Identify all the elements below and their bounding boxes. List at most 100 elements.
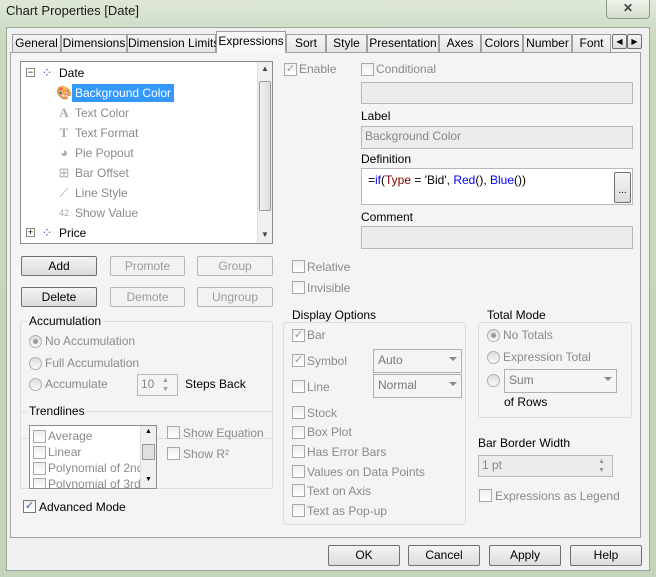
invisible-label: Invisible — [307, 281, 351, 295]
show-equation-label: Show Equation — [183, 426, 264, 440]
enable-checkbox[interactable]: ✓ — [284, 63, 297, 76]
tab-sort[interactable]: Sort — [286, 34, 326, 53]
total-function-dropdown[interactable]: Sum — [504, 369, 617, 393]
tab-expressions[interactable]: Expressions — [216, 31, 286, 53]
tab-colors[interactable]: Colors — [481, 34, 523, 53]
tab-scroll-left-button[interactable]: ◀ — [612, 34, 627, 49]
tab-dimensions[interactable]: Dimensions — [61, 34, 127, 53]
stock-checkbox[interactable] — [292, 406, 305, 419]
chevron-down-icon — [604, 377, 612, 381]
stock-label: Stock — [307, 406, 338, 420]
trendline-average-checkbox[interactable] — [33, 430, 46, 443]
help-button[interactable]: Help — [570, 545, 642, 566]
trendlines-list[interactable]: Average Linear Polynomial of 2nd d Polyn… — [29, 425, 157, 489]
accumulate-label: Accumulate — [45, 377, 108, 391]
full-accumulation-radio[interactable] — [29, 357, 42, 370]
tree-item-text-color[interactable]: Text Color — [75, 104, 129, 122]
tree-item-line-style[interactable]: Line Style — [75, 184, 128, 202]
bar-border-width-spinner[interactable]: 1 pt — [478, 455, 613, 477]
no-totals-label: No Totals — [503, 328, 553, 342]
conditional-field[interactable] — [361, 82, 633, 104]
spinner-arrows-icon[interactable]: ▲ ▼ — [598, 457, 605, 475]
values-on-data-points-checkbox[interactable] — [292, 465, 305, 478]
invisible-checkbox[interactable] — [292, 281, 305, 294]
comment-field[interactable] — [361, 226, 633, 249]
no-accumulation-radio[interactable] — [29, 335, 42, 348]
trendlines-scroll-thumb[interactable] — [142, 444, 155, 460]
text-on-axis-checkbox[interactable] — [292, 484, 305, 497]
add-button[interactable]: Add — [21, 256, 97, 276]
steps-spinner[interactable]: 10 — [137, 374, 178, 396]
group-button[interactable]: Group — [197, 256, 273, 276]
tab-presentation[interactable]: Presentation — [367, 34, 439, 53]
spinner-arrows-icon[interactable]: ▲ ▼ — [162, 376, 169, 394]
line-value: Normal — [378, 378, 417, 392]
trendline-linear-label: Linear — [48, 445, 82, 459]
tree-item-price[interactable]: Price — [59, 224, 86, 242]
advanced-mode-checkbox[interactable]: ✓ — [23, 500, 36, 513]
accumulation-title: Accumulation — [27, 314, 104, 328]
tree-item-date[interactable]: Date — [59, 64, 84, 82]
values-on-data-points-label: Values on Data Points — [307, 465, 425, 479]
line-checkbox[interactable] — [292, 380, 305, 393]
apply-button[interactable]: Apply — [489, 545, 561, 566]
scroll-up-icon[interactable]: ▲ — [145, 428, 152, 435]
expression-total-radio[interactable] — [487, 351, 500, 364]
tab-style[interactable]: Style — [326, 34, 367, 53]
edit-expression-button[interactable]: ... — [614, 172, 631, 203]
aggregate-rows-radio[interactable] — [487, 374, 500, 387]
tree-scrollbar[interactable]: ▲ ▼ — [257, 62, 272, 243]
definition-field[interactable]: =if(Type = 'Bid', Red(), Blue()) — [361, 168, 633, 205]
tree-item-text-format[interactable]: Text Format — [75, 124, 138, 142]
comment-caption: Comment — [361, 210, 414, 224]
collapse-icon[interactable]: − — [26, 68, 35, 77]
tree-item-show-value[interactable]: Show Value — [75, 204, 138, 222]
expressions-as-legend-checkbox[interactable] — [479, 489, 492, 502]
tab-scroll-right-button[interactable]: ▶ — [627, 34, 642, 49]
conditional-checkbox[interactable] — [361, 63, 374, 76]
tree-item-pie-popout[interactable]: Pie Popout — [75, 144, 134, 162]
bar-checkbox[interactable]: ✓ — [292, 329, 305, 342]
expression-total-label: Expression Total — [503, 350, 591, 364]
line-dropdown[interactable]: Normal — [373, 374, 462, 398]
ok-button[interactable]: OK — [328, 545, 400, 566]
trendline-poly2-checkbox[interactable] — [33, 462, 46, 475]
trendline-linear-checkbox[interactable] — [33, 446, 46, 459]
tab-dimension-limits[interactable]: Dimension Limits — [127, 34, 219, 53]
no-totals-radio[interactable] — [487, 329, 500, 342]
bar-offset-icon: ⊞ — [58, 165, 70, 180]
trendline-poly3-checkbox[interactable] — [33, 478, 46, 488]
scroll-down-icon[interactable]: ▼ — [145, 476, 152, 483]
show-equation-checkbox[interactable] — [167, 426, 180, 439]
tab-font[interactable]: Font — [572, 34, 611, 53]
close-button[interactable]: ✕ — [606, 0, 650, 19]
scroll-up-icon[interactable]: ▲ — [261, 64, 269, 73]
show-r2-checkbox[interactable] — [167, 447, 180, 460]
box-plot-checkbox[interactable] — [292, 426, 305, 439]
tab-number[interactable]: Number — [523, 34, 572, 53]
def-text: = — [368, 173, 376, 187]
symbol-dropdown[interactable]: Auto — [373, 349, 462, 373]
accumulate-radio[interactable] — [29, 378, 42, 391]
error-bars-checkbox[interactable] — [292, 445, 305, 458]
text-as-popup-checkbox[interactable] — [292, 504, 305, 517]
expand-icon[interactable]: + — [26, 228, 35, 237]
cancel-button[interactable]: Cancel — [408, 545, 480, 566]
label-field[interactable]: Background Color — [361, 126, 633, 149]
symbol-checkbox[interactable]: ✓ — [292, 354, 305, 367]
bar-border-width-label: Bar Border Width — [478, 436, 571, 450]
relative-checkbox[interactable] — [292, 260, 305, 273]
delete-button[interactable]: Delete — [21, 287, 97, 307]
tab-axes[interactable]: Axes — [439, 34, 481, 53]
promote-button[interactable]: Promote — [110, 256, 185, 276]
trendlines-scrollbar[interactable]: ▲ ▼ — [140, 426, 156, 488]
scroll-down-icon[interactable]: ▼ — [261, 230, 269, 239]
tree-scroll-thumb[interactable] — [259, 81, 271, 211]
tree-item-background-color[interactable]: Background Color — [72, 84, 175, 102]
tab-general[interactable]: General — [12, 34, 61, 53]
demote-button[interactable]: Demote — [110, 287, 185, 307]
ungroup-button[interactable]: Ungroup — [197, 287, 273, 307]
expression-tree[interactable]: ▲ ▼ − ⁘ Date 🎨 Background Color A Text C… — [20, 61, 273, 244]
tree-item-bar-offset[interactable]: Bar Offset — [75, 164, 129, 182]
text-as-popup-label: Text as Pop-up — [307, 504, 388, 518]
